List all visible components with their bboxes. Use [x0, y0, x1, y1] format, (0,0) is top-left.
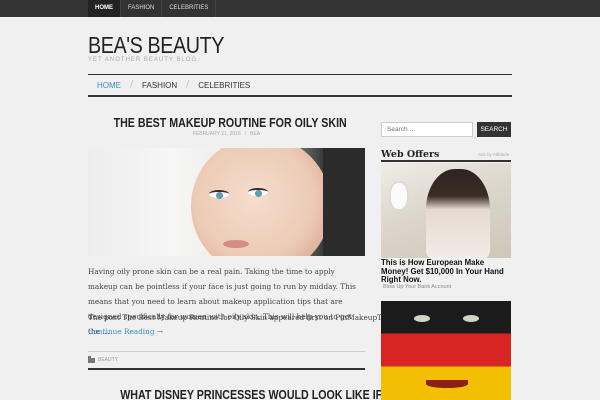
search-input[interactable] [381, 122, 473, 137]
nav-home[interactable]: Home [88, 81, 130, 90]
ad-image[interactable] [381, 163, 511, 258]
search-button[interactable]: Search [477, 122, 511, 137]
mouth [426, 380, 468, 388]
site-description: Yet another beauty blog. [88, 57, 200, 63]
ads-by-label[interactable]: Ads by Adblade [478, 152, 509, 157]
nav-fashion[interactable]: Fashion [133, 81, 186, 90]
ad-source[interactable]: Blow Up Your Bank Account [383, 284, 451, 290]
post-featured-image[interactable] [88, 148, 365, 256]
top-bar: Home Fashion Celebrities [0, 0, 600, 17]
topnav-fashion[interactable]: Fashion [121, 0, 163, 17]
right-eye [463, 315, 479, 322]
continue-reading-link[interactable]: Continue Reading → [88, 327, 163, 336]
person-illustration [426, 169, 490, 258]
next-post-title-link[interactable]: What Disney Princesses Would Look Like I… [88, 387, 413, 400]
hair [323, 148, 365, 256]
post-title-link[interactable]: The Best Makeup Routine for Oily Skin [88, 115, 365, 130]
site-title[interactable]: BEA'S BEAUTY [88, 31, 224, 59]
nav-celebrities[interactable]: Celebrities [189, 81, 259, 90]
main-navigation: Home / Fashion / Celebrities [88, 74, 512, 97]
post-footer: Beauty [88, 351, 365, 370]
post-category[interactable]: Beauty [98, 357, 118, 363]
post-meta: February 21, 2016/Bea [88, 131, 365, 137]
lips [223, 240, 249, 248]
folder-icon [88, 355, 95, 363]
face-illustration [191, 148, 331, 256]
post-appeared-first: The post The Best Makeup Routine for Oil… [88, 313, 413, 322]
right-eye [248, 188, 268, 197]
post-title[interactable]: The Best Makeup Routine for Oily Skin [114, 115, 347, 130]
topnav-celebrities[interactable]: Celebrities [162, 0, 217, 17]
left-eye [414, 315, 430, 322]
ad-headline[interactable]: This is How European Make Money! Get $10… [381, 258, 511, 285]
widget-divider [381, 160, 511, 162]
next-post-title[interactable]: What Disney Princesses Would Look Like I… [120, 387, 413, 400]
post-date[interactable]: February 21, 2016 [193, 131, 241, 137]
post-author[interactable]: Bea [250, 131, 260, 137]
topnav-home[interactable]: Home [88, 0, 121, 17]
top-navigation: Home Fashion Celebrities [88, 0, 217, 17]
airplane-window [389, 181, 409, 211]
left-eye [209, 190, 229, 199]
meta-separator: / [244, 131, 247, 137]
widget-title: Web Offers [381, 149, 440, 160]
ad-image-flag-face[interactable] [381, 301, 511, 400]
